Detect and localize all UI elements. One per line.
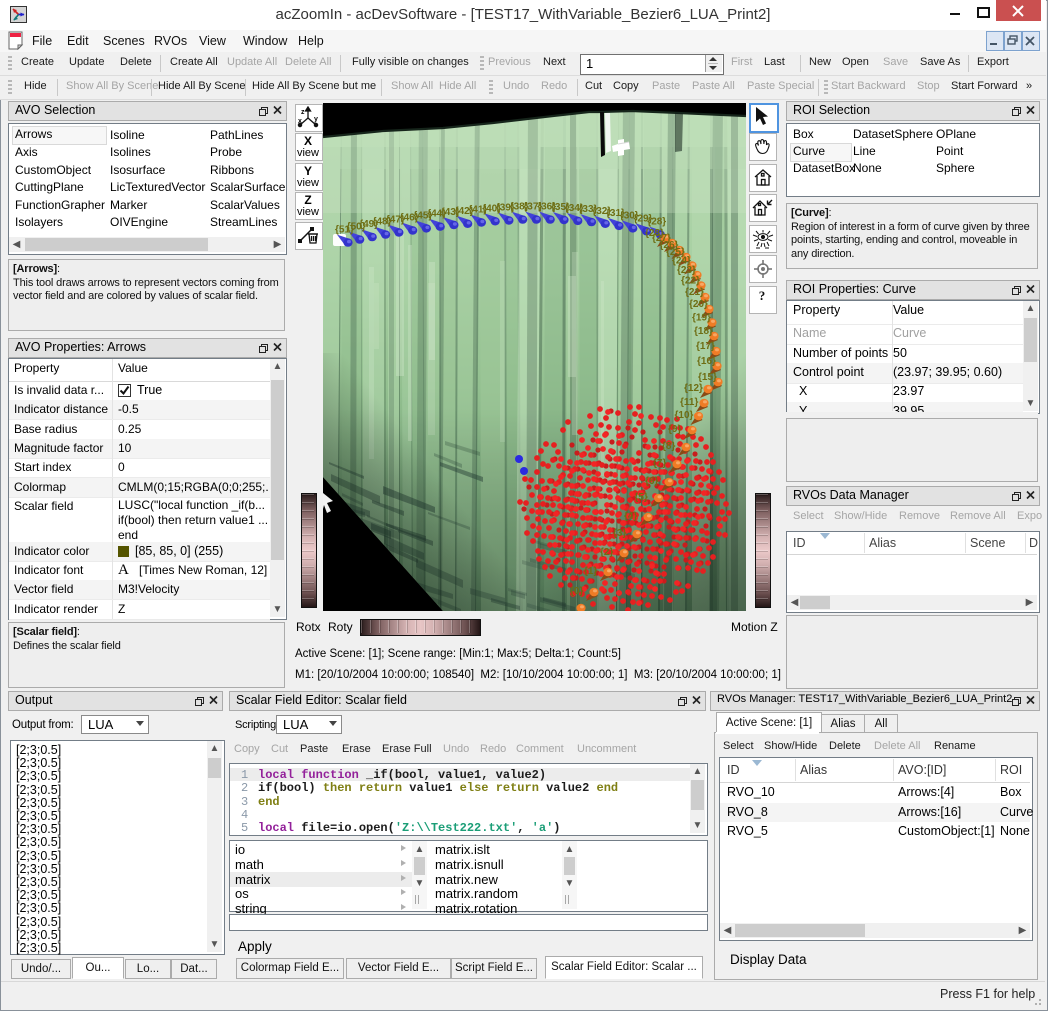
svg-text:{3}: {3} (613, 528, 626, 539)
svg-text:{21}: {21} (685, 287, 704, 298)
svg-text:{11}: {11} (680, 397, 698, 408)
svg-text:{2}: {2} (600, 547, 613, 558)
svg-text:{5}: {5} (635, 492, 648, 503)
svg-text:{15}: {15} (698, 372, 717, 383)
svg-text:{12}: {12} (684, 383, 703, 394)
svg-text:{1}: {1} (584, 566, 597, 577)
svg-text:{7}: {7} (653, 458, 666, 469)
svg-text:{19}: {19} (692, 313, 711, 324)
svg-text:{16}: {16} (697, 356, 716, 367)
svg-text:{9}: {9} (668, 424, 681, 435)
svg-text:{10}: {10} (675, 410, 694, 421)
svg-text:{18}: {18} (694, 326, 713, 337)
svg-text:z: z (301, 109, 305, 116)
svg-text:{8}: {8} (662, 441, 675, 452)
svg-text:{17}: {17} (696, 341, 715, 352)
svg-text:{20}: {20} (689, 299, 708, 310)
svg-text:{22}: {22} (681, 276, 700, 287)
svg-text:y: y (314, 116, 318, 123)
svg-text:x: x (298, 118, 302, 125)
svg-text:{6}: {6} (645, 476, 658, 487)
svg-text:{0}: {0} (570, 586, 583, 597)
svg-text:{4}: {4} (624, 511, 637, 522)
svg-text:{23}: {23} (677, 265, 696, 276)
svg-text:{28}: {28} (647, 217, 666, 228)
